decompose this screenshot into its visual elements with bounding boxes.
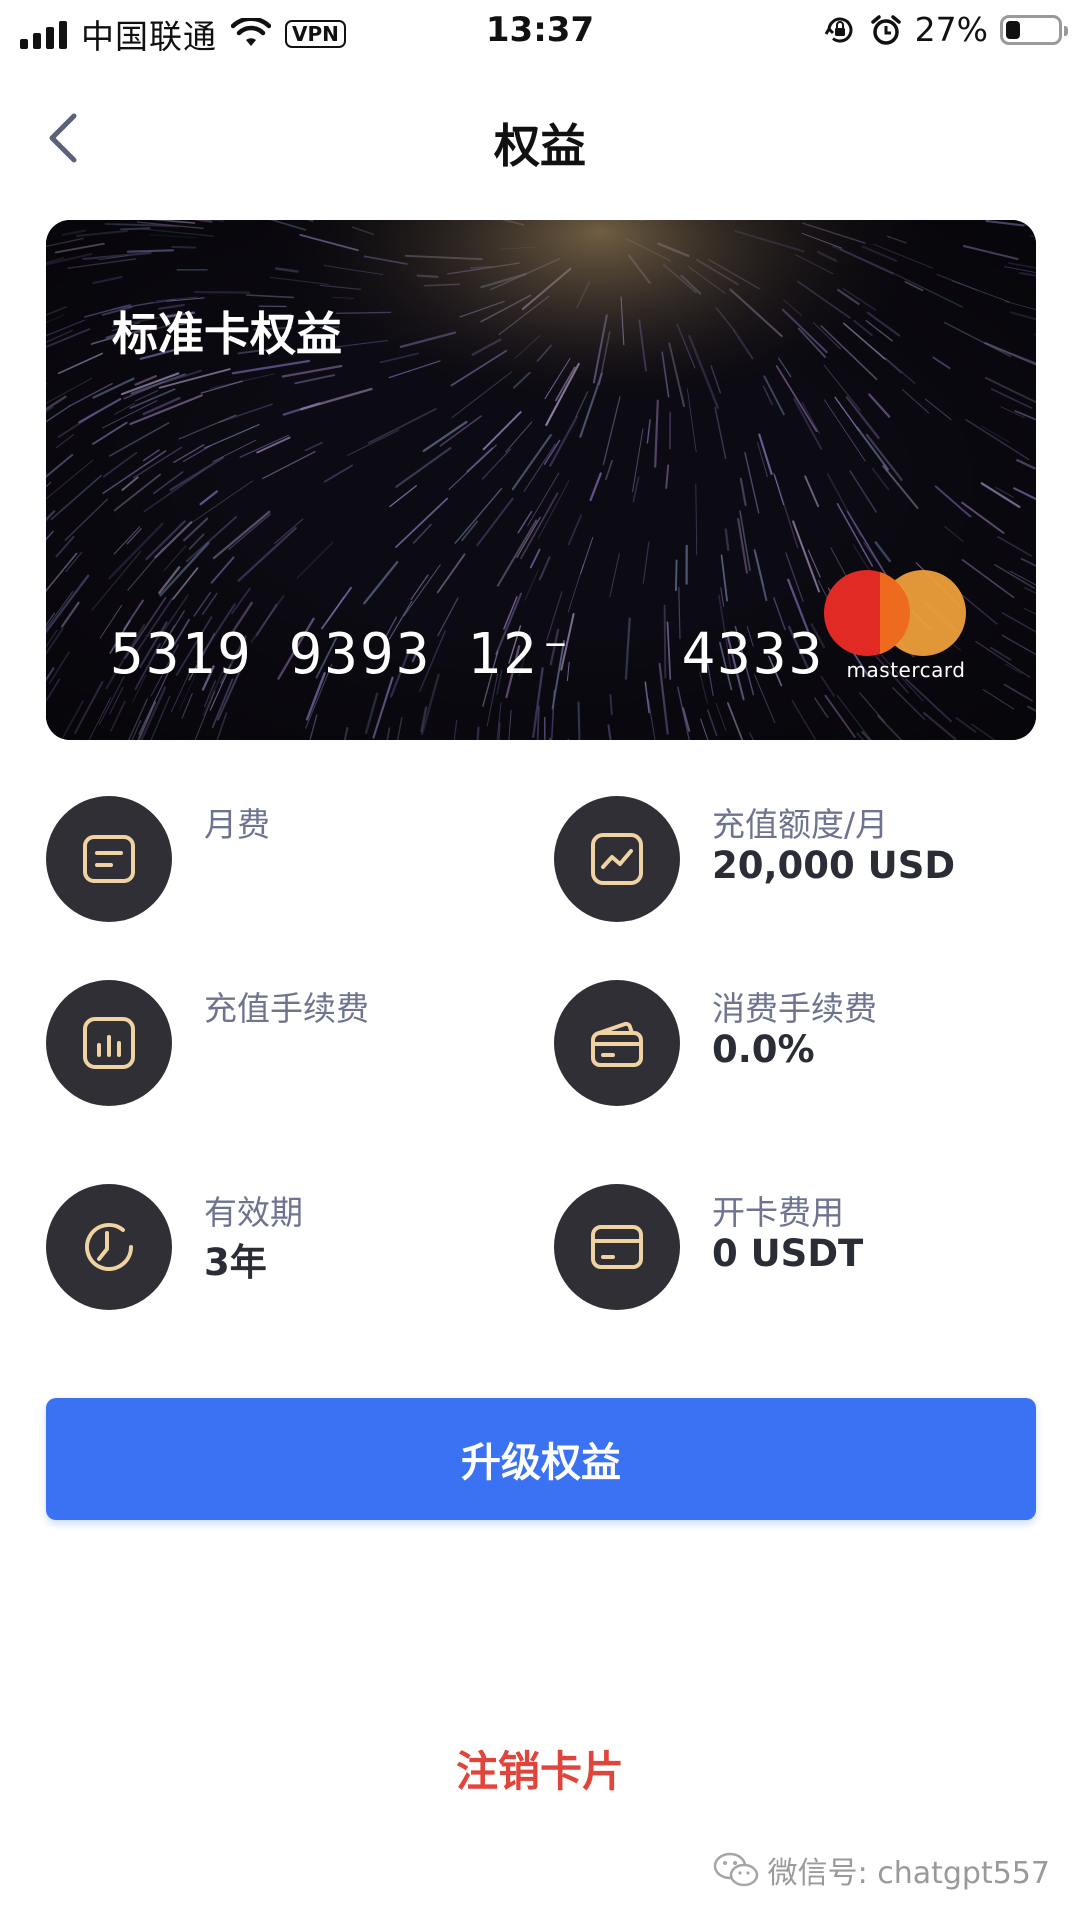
benefit-value: 0 USDT — [712, 1232, 864, 1275]
benefit-validity: 有效期 3年 — [46, 1184, 506, 1314]
benefit-spending-fee: 消费手续费 0.0% — [554, 980, 1014, 1110]
cancel-card-button[interactable]: 注销卡片 — [0, 1738, 1080, 1799]
benefit-label: 月费 — [204, 805, 270, 844]
credit-card-icon — [554, 1184, 680, 1310]
cancel-card-label: 注销卡片 — [455, 1747, 624, 1796]
document-icon — [46, 796, 172, 922]
wechat-watermark: 微信号: chatgpt557 — [712, 1848, 1050, 1892]
benefit-card-opening-fee: 开卡费用 0 USDT — [554, 1184, 1014, 1314]
alarm-icon — [870, 14, 901, 45]
battery-icon — [1000, 14, 1068, 45]
page-title: 权益 — [494, 119, 586, 173]
card-number: 5319 9393 12⁻ 4333 — [110, 622, 825, 687]
benefit-value: 20,000 USD — [712, 844, 956, 887]
bar-chart-icon — [46, 980, 172, 1106]
trend-chart-icon — [554, 796, 680, 922]
status-right: 27% — [823, 10, 1068, 49]
wechat-icon — [713, 1852, 758, 1887]
benefit-value: 3年 — [204, 1241, 267, 1284]
battery-percentage: 27% — [914, 10, 988, 49]
battery-level — [1006, 20, 1020, 39]
clock-icon — [46, 1184, 172, 1310]
bank-card: 标准卡权益 5319 9393 12⁻ 4333 mastercard — [46, 220, 1036, 740]
card-title: 标准卡权益 — [112, 307, 342, 361]
mastercard-logo: mastercard — [816, 570, 996, 700]
upgrade-benefits-button[interactable]: 升级权益 — [46, 1398, 1036, 1520]
wallet-card-icon — [554, 980, 680, 1106]
benefit-monthly-limit: 充值额度/月 20,000 USD — [554, 796, 1014, 926]
benefit-label: 充值额度/月 — [712, 805, 889, 844]
mastercard-wordmark: mastercard — [846, 658, 966, 682]
benefit-monthly-fee: 月费 — [46, 796, 506, 926]
benefit-label: 开卡费用 — [712, 1193, 844, 1232]
benefit-value: 0.0% — [712, 1028, 815, 1071]
nav-bar: 权益 — [0, 88, 1080, 188]
benefit-label: 充值手续费 — [204, 989, 369, 1028]
rotation-lock-icon — [824, 17, 853, 42]
upgrade-button-label: 升级权益 — [461, 1440, 621, 1486]
mastercard-overlap — [880, 570, 910, 656]
watermark-text: 微信号: chatgpt557 — [767, 1856, 1050, 1891]
benefit-recharge-fee: 充值手续费 — [46, 980, 506, 1110]
status-bar: 中国联通 VPN 13:37 27% — [0, 0, 1080, 62]
benefit-label: 消费手续费 — [712, 989, 877, 1028]
benefit-label: 有效期 — [204, 1193, 303, 1232]
